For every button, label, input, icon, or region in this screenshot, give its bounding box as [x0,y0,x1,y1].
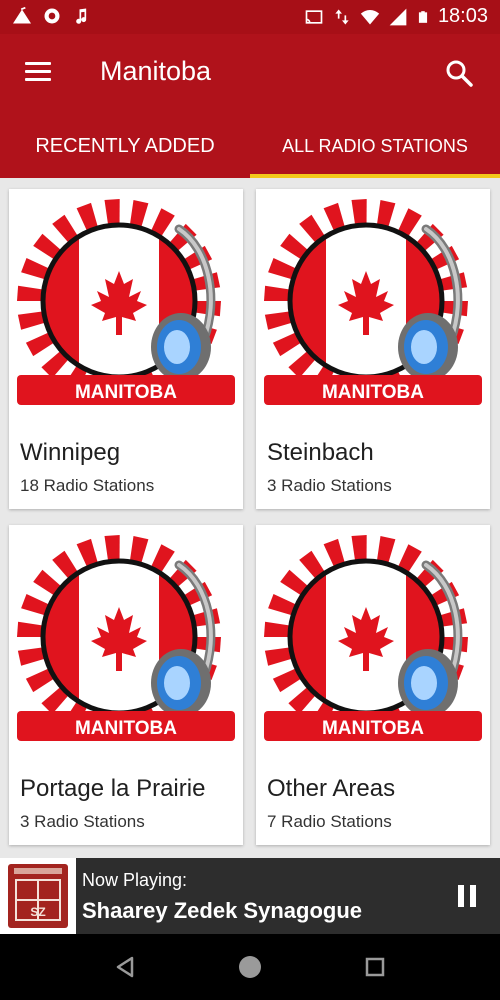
station-thumbnail: SZ [0,858,76,934]
system-nav-bar [0,934,500,1000]
logo-badge-text: MANITOBA [75,718,177,739]
now-playing-title: Shaarey Zedek Synagogue [82,898,362,923]
music-note-icon [76,8,87,24]
logo-badge-text: MANITOBA [322,718,424,739]
page-title: Manitoba [100,56,212,86]
search-icon[interactable] [444,58,474,88]
back-icon[interactable] [110,952,140,982]
card-title: Steinbach [267,439,374,466]
card-title: Winnipeg [20,439,121,466]
home-icon[interactable] [235,952,265,982]
status-bar: 18:03 [0,0,500,34]
card-title: Portage la Prairie [20,775,206,802]
card-subtitle: 3 Radio Stations [267,476,392,495]
status-time: 18:03 [437,5,488,27]
tab-all-radio-stations[interactable]: ALL RADIO STATIONS [250,122,500,178]
aperture-icon [44,8,60,24]
camp-icon [12,6,32,24]
region-card-steinbach[interactable]: MANITOBA Steinbach 3 Radio Stations [256,189,490,509]
manitoba-radio-logo: MANITOBA [9,525,243,765]
card-subtitle: 3 Radio Stations [20,812,145,831]
data-arrows-icon [335,9,349,24]
tab-label: RECENTLY ADDED [35,135,215,157]
recents-icon[interactable] [360,952,390,982]
app-bar: Manitoba RECENTLY ADDED ALL RADIO STATIO… [0,34,500,178]
cast-icon [305,9,323,24]
card-title: Other Areas [267,775,396,802]
signal-icon [389,8,407,25]
tab-recently-added[interactable]: RECENTLY ADDED [0,122,250,178]
manitoba-radio-logo: MANITOBA [256,189,490,429]
manitoba-radio-logo: MANITOBA [256,525,490,765]
region-grid: MANITOBA Winnipeg 18 Radio Stations MANI… [0,178,500,858]
region-card-other-areas[interactable]: MANITOBA Other Areas 7 Radio Stations [256,525,490,845]
card-subtitle: 7 Radio Stations [267,812,392,831]
battery-icon [418,10,428,23]
hamburger-menu-icon[interactable] [22,58,54,86]
manitoba-radio-logo: MANITOBA [9,189,243,429]
now-playing-label: Now Playing: [82,870,188,890]
region-card-winnipeg[interactable]: MANITOBA Winnipeg 18 Radio Stations [9,189,243,509]
now-playing-bar[interactable]: SZ Now Playing: Shaarey Zedek Synagogue [0,858,500,934]
thumb-text: SZ [30,905,45,919]
logo-badge-text: MANITOBA [75,382,177,403]
wifi-icon [360,9,380,24]
pause-icon[interactable] [458,885,476,907]
tab-label: ALL RADIO STATIONS [282,136,468,156]
card-subtitle: 18 Radio Stations [20,476,155,495]
region-card-portage-la-prairie[interactable]: MANITOBA Portage la Prairie 3 Radio Stat… [9,525,243,845]
logo-badge-text: MANITOBA [322,382,424,403]
